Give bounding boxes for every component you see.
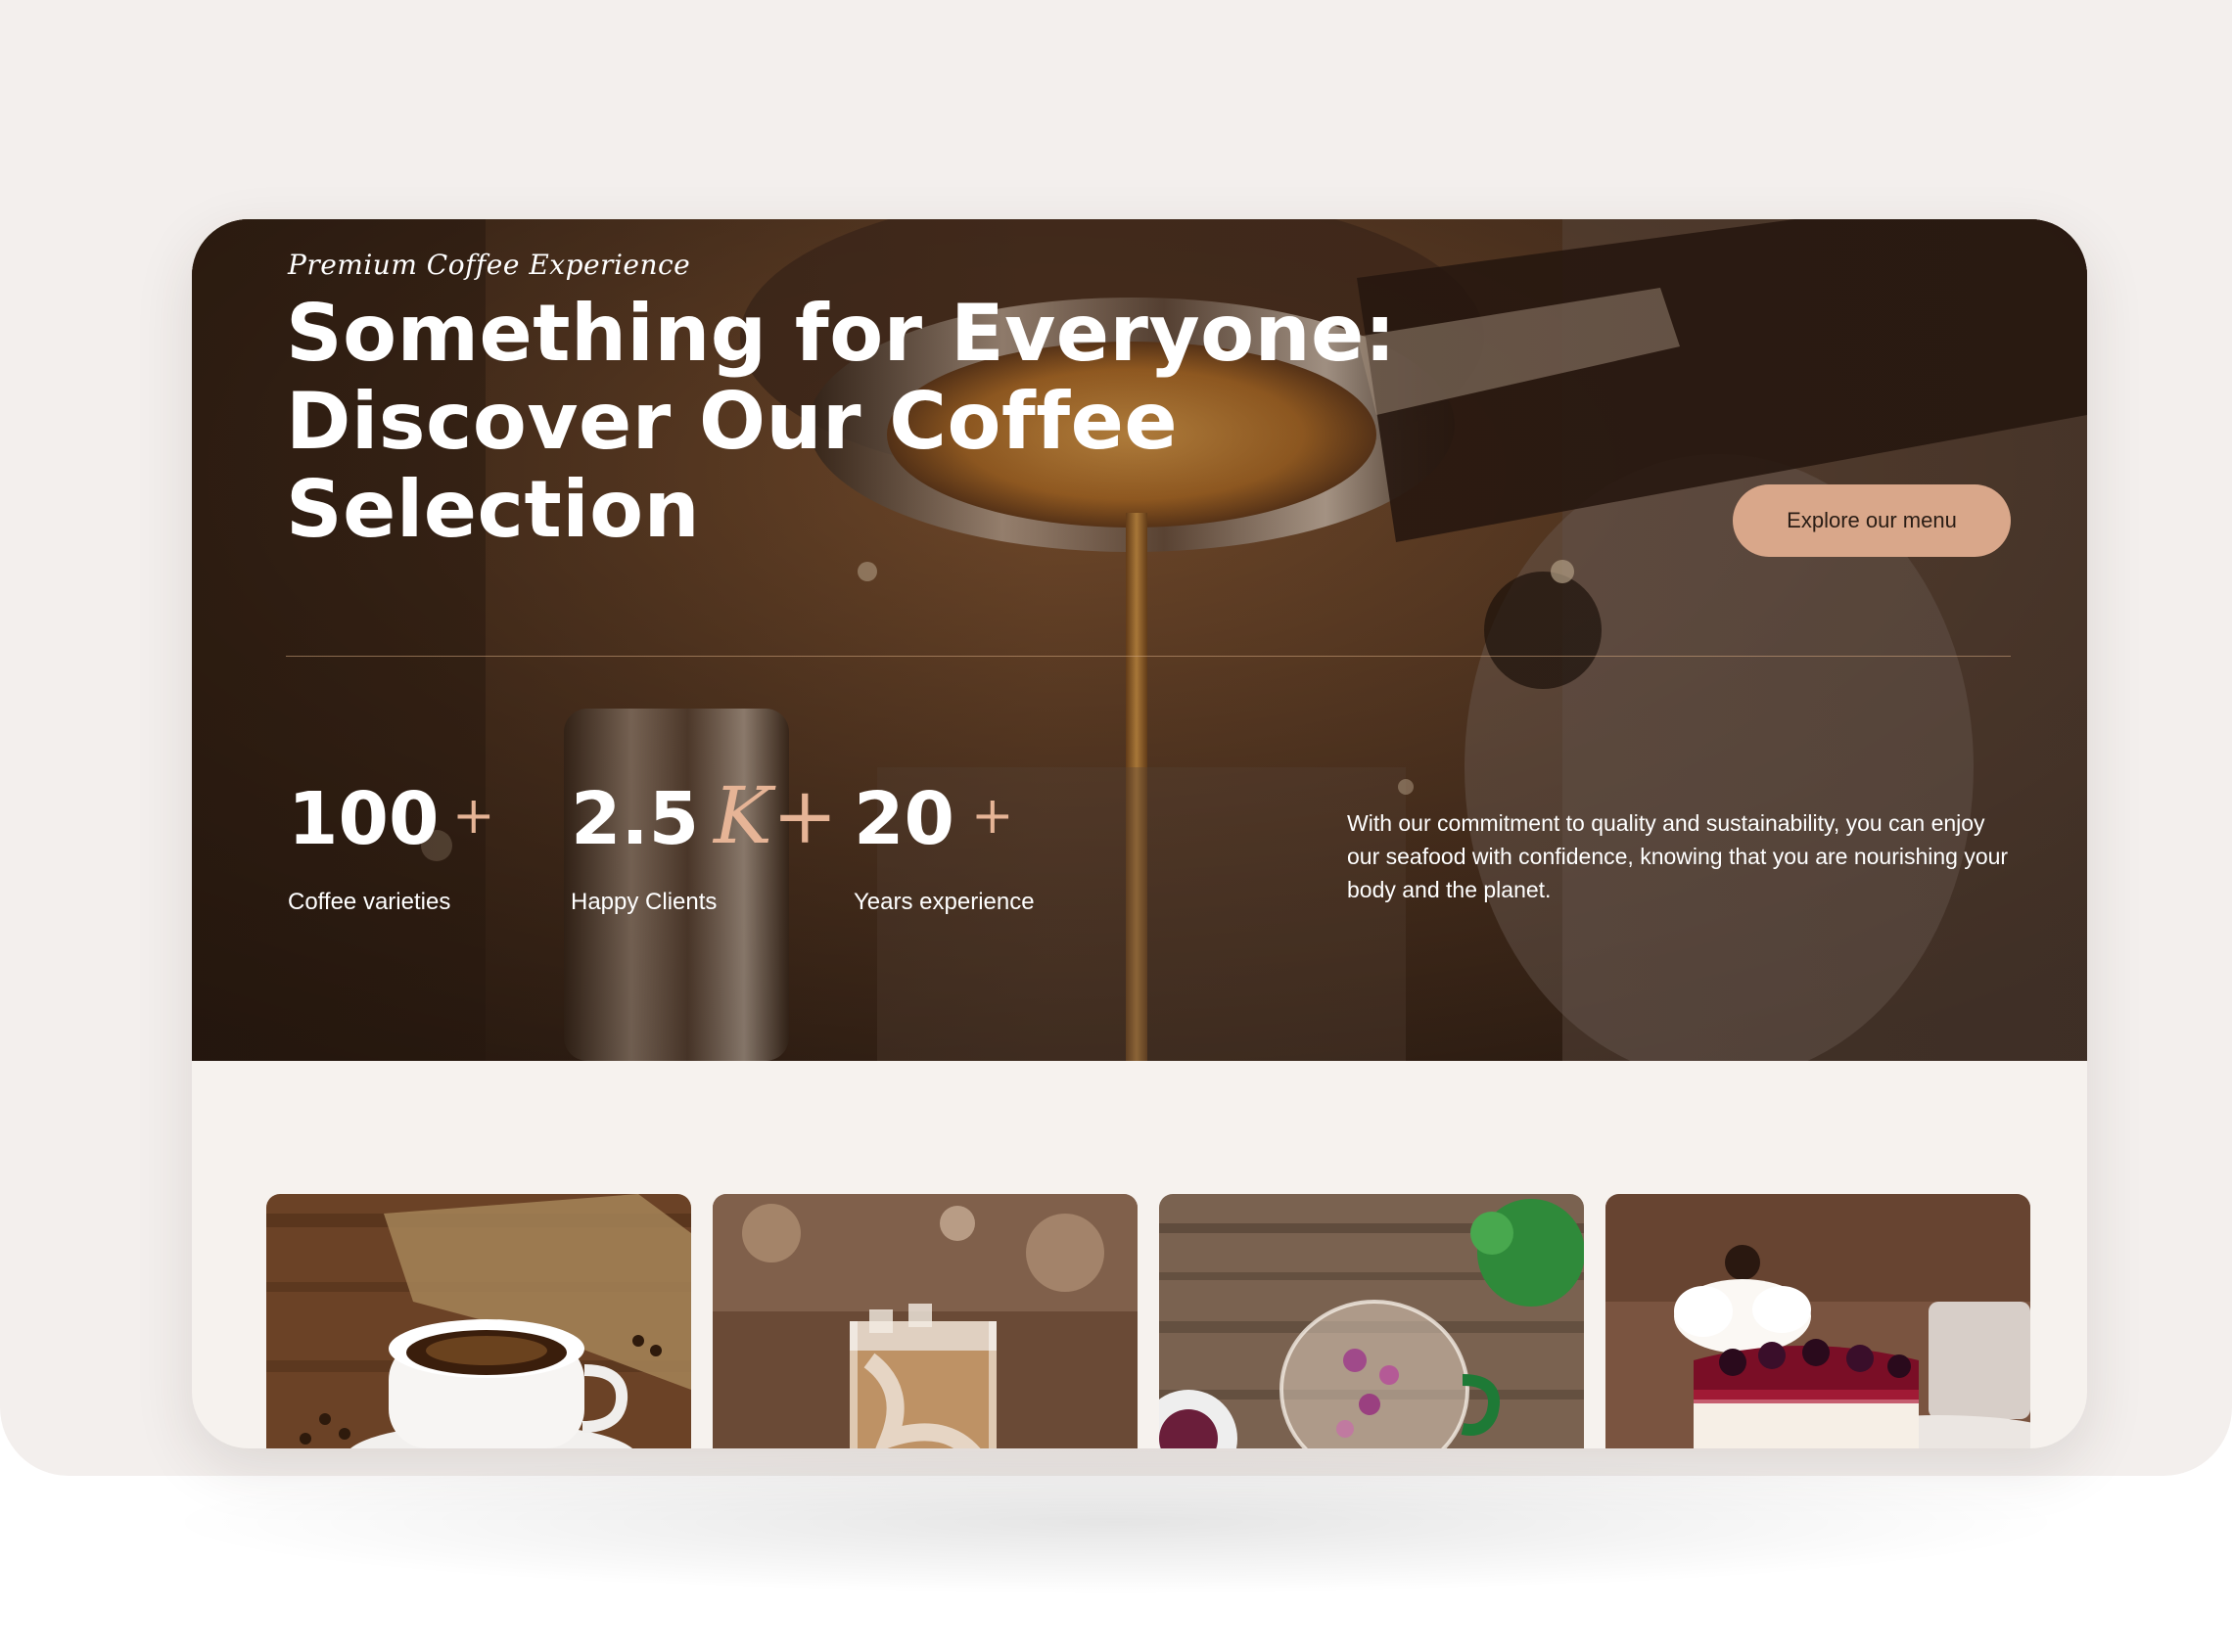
stat-label: Happy Clients bbox=[571, 889, 718, 915]
flower-tea-image bbox=[1159, 1194, 1584, 1448]
berry-cheesecake-image bbox=[1605, 1194, 2030, 1448]
card-floor-shadow bbox=[157, 1448, 2075, 1595]
hero-banner: Premium Coffee Experience Something for … bbox=[192, 219, 2087, 1061]
coffee-section-card: Premium Coffee Experience Something for … bbox=[192, 219, 2087, 1448]
explore-menu-button[interactable]: Explore our menu bbox=[1733, 484, 2011, 557]
hero-divider bbox=[286, 656, 2011, 657]
stat-value: 2.5 bbox=[571, 777, 700, 861]
stat-label: Years experience bbox=[854, 889, 1035, 915]
stat-value: 20 bbox=[854, 777, 954, 861]
hero-description: With our commitment to quality and susta… bbox=[1347, 810, 2009, 902]
headline-line: Discover Our Coffee bbox=[286, 376, 1179, 467]
menu-tile-espresso[interactable] bbox=[266, 1194, 691, 1448]
headline-line: Something for Everyone: bbox=[286, 288, 1397, 379]
espresso-cup-image bbox=[266, 1194, 691, 1448]
headline-line: Selection bbox=[286, 464, 701, 555]
hero-eyebrow: Premium Coffee Experience bbox=[288, 249, 691, 281]
stat-label: Coffee varieties bbox=[288, 889, 451, 915]
menu-image-gallery bbox=[266, 1194, 2030, 1448]
menu-tile-flower-tea[interactable] bbox=[1159, 1194, 1584, 1448]
stat-suffix: + bbox=[452, 787, 495, 846]
iced-latte-image bbox=[713, 1194, 1138, 1448]
hero-headline: Something for Everyone: Discover Our Cof… bbox=[286, 290, 1441, 554]
stat-suffix: K+ bbox=[714, 770, 838, 861]
stat-suffix: + bbox=[971, 787, 1014, 846]
menu-tile-cheesecake[interactable] bbox=[1605, 1194, 2030, 1448]
stat-value: 100 bbox=[288, 777, 440, 861]
menu-tile-iced-latte[interactable] bbox=[713, 1194, 1138, 1448]
